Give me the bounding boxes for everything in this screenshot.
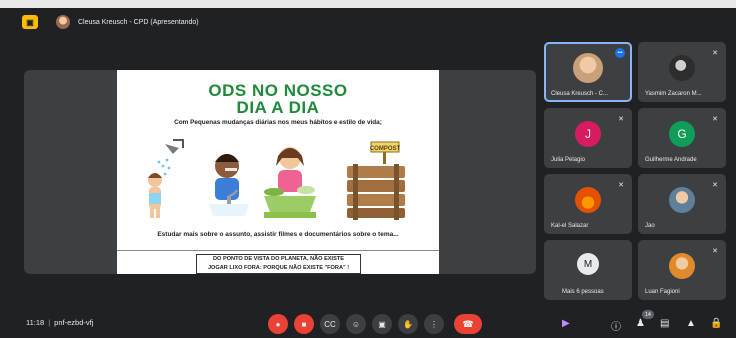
avatar xyxy=(669,187,695,214)
mic-off-icon: ✕ xyxy=(712,182,718,189)
avatar: M xyxy=(577,253,599,275)
cursor-icon: ▶ xyxy=(562,318,570,329)
camera-off-icon[interactable]: ■ xyxy=(294,314,314,334)
participant-tile-cleusa[interactable]: ••• Cleusa Kreusch - C... xyxy=(544,42,632,102)
mic-off-icon: ✕ xyxy=(712,50,718,57)
participant-count-badge: 14 xyxy=(642,310,654,319)
participant-name: Luan Fagioni xyxy=(645,289,680,295)
avatar xyxy=(575,187,601,214)
slide-quote-line1: DO PONTO DE VISTA DO PLANETA, NÃO EXISTE xyxy=(213,256,344,262)
hang-up-icon[interactable]: ☎ xyxy=(454,314,482,334)
slide-quote-line2: JOGAR LIXO FORA: PORQUE NÃO EXISTE "FORA… xyxy=(207,265,350,271)
participant-name: Cleusa Kreusch - C... xyxy=(551,91,609,97)
mic-off-icon: ✕ xyxy=(618,116,624,123)
meeting-code: pnf-ezbd-vfj xyxy=(54,318,94,327)
presenter-avatar xyxy=(56,15,70,29)
avatar: J xyxy=(575,121,601,148)
slide-title-line1: ODS NO NOSSO xyxy=(208,81,348,100)
mic-off-icon: ✕ xyxy=(712,116,718,123)
participant-name: Jao xyxy=(645,223,655,229)
slide-quote-box: DO PONTO DE VISTA DO PLANETA, NÃO EXISTE… xyxy=(196,254,361,274)
presenter-label: Cleusa Kreusch - CPD (Apresentando) xyxy=(78,18,199,26)
more-participants-tile[interactable]: M Mais 6 pessoas xyxy=(544,240,632,300)
washing-vegetables-illustration xyxy=(264,147,316,218)
meeting-controls-bar: 11:18 | pnf-ezbd-vfj ● ■ CC ☺ ▣ ✋ ⋮ ☎ ▶ ⓘ … xyxy=(0,306,736,338)
compost-sign-text: COMPOST xyxy=(370,146,401,152)
mic-off-icon: ✕ xyxy=(618,182,624,189)
participant-tile-jao[interactable]: ✕ Jao xyxy=(638,174,726,234)
slide-divider xyxy=(117,250,439,251)
info-icon[interactable]: ⓘ xyxy=(611,318,621,333)
slide-title-line2: DIA A DIA xyxy=(236,98,320,117)
emoji-icon[interactable]: ☺ xyxy=(346,314,366,334)
chat-icon[interactable]: ▤ xyxy=(660,318,669,329)
meeting-time: 11:18 xyxy=(26,318,45,327)
avatar xyxy=(669,253,695,280)
activities-icon[interactable]: ▲ xyxy=(686,318,696,329)
shared-slide: ODS NO NOSSO DIA A DIA Com Pequenas muda… xyxy=(117,70,439,274)
host-controls-icon[interactable]: 🔒 xyxy=(710,318,722,329)
participant-tile-yasmim[interactable]: ✕ Yasmim Zacaron M... xyxy=(638,42,726,102)
participant-tile-kalel[interactable]: ✕ Kal-el Salazar xyxy=(544,174,632,234)
avatar xyxy=(573,53,603,84)
browser-top-strip xyxy=(0,0,736,8)
mic-off-icon: ✕ xyxy=(712,248,718,255)
participant-tile-guilherme[interactable]: G ✕ Guilherme Andrade xyxy=(638,108,726,168)
child-brushing-illustration xyxy=(209,154,249,216)
meeting-info: 11:18 | pnf-ezbd-vfj xyxy=(26,318,94,327)
participant-name: Julia Pelagio xyxy=(551,157,586,163)
participant-tile-julia[interactable]: J ✕ Julia Pelagio xyxy=(544,108,632,168)
captions-icon[interactable]: CC xyxy=(320,314,340,334)
participant-name: Guilherme Andrade xyxy=(645,157,697,163)
people-icon[interactable]: ♟ xyxy=(636,318,645,329)
speaking-indicator-icon: ••• xyxy=(615,48,625,58)
present-icon[interactable]: ▣ xyxy=(372,314,392,334)
presenter-bar: ▣ Cleusa Kreusch - CPD (Apresentando) xyxy=(22,12,728,32)
participant-name: Kal-el Salazar xyxy=(551,223,589,229)
avatar xyxy=(669,55,695,82)
more-participants-label: Mais 6 pessoas xyxy=(562,289,604,295)
participant-name: Yasmim Zacaron M... xyxy=(645,91,702,97)
present-to-all-icon[interactable]: ▣ xyxy=(22,15,38,29)
raise-hand-icon[interactable]: ✋ xyxy=(398,314,418,334)
avatar: G xyxy=(669,121,695,148)
more-options-icon[interactable]: ⋮ xyxy=(424,314,444,334)
slide-subtitle: Com Pequenas mudanças diárias nos meus h… xyxy=(174,119,382,126)
slide-study-text: Estudar mais sobre o assunto, assistir f… xyxy=(157,231,399,238)
mic-off-icon[interactable]: ● xyxy=(268,314,288,334)
participant-tile-luan[interactable]: ✕ Luan Fagioni xyxy=(638,240,726,300)
shower-illustration xyxy=(148,139,184,218)
compost-crate-illustration: COMPOST xyxy=(347,141,405,220)
